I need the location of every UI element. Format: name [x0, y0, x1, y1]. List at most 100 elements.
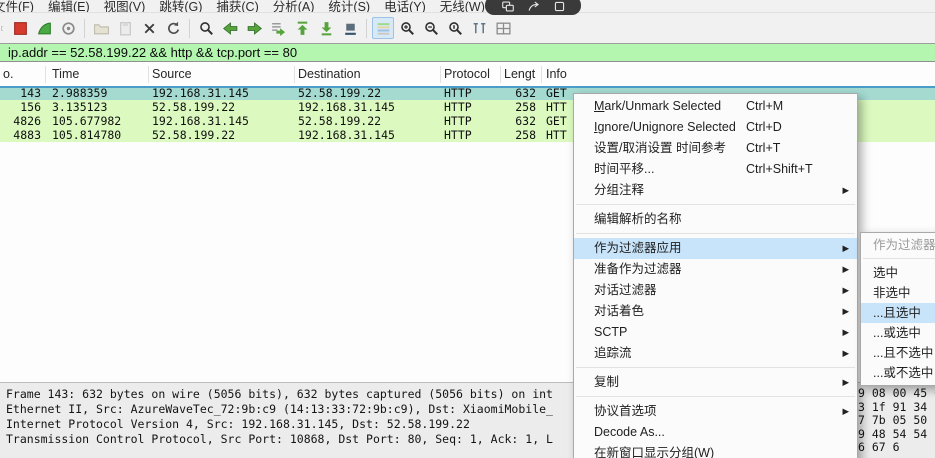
menu-separator — [863, 258, 935, 259]
context-menu-item-12[interactable]: 对话着色▶ — [574, 301, 857, 322]
reload-file-button[interactable] — [162, 17, 184, 39]
go-to-bottom-button[interactable] — [315, 17, 337, 39]
toolbar-separator — [84, 19, 85, 38]
column-divider[interactable] — [148, 66, 149, 83]
display-filter-input[interactable]: ip.addr == 52.58.199.22 && http && tcp.p… — [8, 45, 297, 60]
context-menu-item-7[interactable]: 编辑解析的名称 — [574, 209, 857, 230]
context-menu-item-13[interactable]: SCTP▶ — [574, 322, 857, 343]
submenu-arrow-icon: ▶ — [842, 322, 849, 343]
context-menu-item-16[interactable]: 复制▶ — [574, 372, 857, 393]
zoom-out-button[interactable] — [420, 17, 442, 39]
cell-info: HTT — [546, 128, 567, 142]
menubar-item-7[interactable]: 统计(S) — [321, 0, 377, 13]
restart-capture-button[interactable] — [33, 17, 55, 39]
open-file-button[interactable] — [90, 17, 112, 39]
table-layout-button[interactable] — [492, 17, 514, 39]
menu-shortcut: Ctrl+M — [746, 96, 783, 117]
column-divider[interactable] — [541, 66, 542, 83]
share-arrow-icon[interactable] — [527, 0, 541, 13]
stop-capture-button[interactable] — [9, 17, 31, 39]
apply-filter-submenu: 作为过滤器应用选中非选中...且选中...或选中...且不选中...或不选中 — [860, 232, 935, 386]
column-divider[interactable] — [294, 66, 295, 83]
menubar-item-5[interactable]: 捕获(C) — [209, 0, 265, 13]
context-menu-item-4[interactable]: 时间平移...Ctrl+Shift+T — [574, 159, 857, 180]
cell-source: 52.58.199.22 — [152, 100, 235, 114]
find-packet-button[interactable] — [195, 17, 217, 39]
column-header-destination[interactable]: Destination — [298, 67, 361, 81]
auto-scroll-button[interactable] — [339, 17, 361, 39]
cell-destination: 192.168.31.145 — [298, 128, 395, 142]
submenu-item-8[interactable]: ...或不选中 — [861, 363, 935, 383]
submenu-arrow-icon: ▶ — [842, 401, 849, 422]
column-header-protocol[interactable]: Protocol — [444, 67, 490, 81]
zoom-original-button[interactable] — [444, 17, 466, 39]
cell-no: 4883 — [0, 128, 41, 142]
menubar-item-2[interactable]: 编辑(E) — [41, 0, 97, 13]
cell-time: 3.135123 — [52, 100, 107, 114]
menubar-item-8[interactable]: 电话(Y) — [377, 0, 433, 13]
zoom-in-button[interactable] — [396, 17, 418, 39]
clipped-icon[interactable] — [1, 17, 7, 39]
menubar-item-4[interactable]: 跳转(G) — [152, 0, 209, 13]
submenu-item-6[interactable]: ...或选中 — [861, 323, 935, 343]
submenu-item-5[interactable]: ...且选中 — [861, 303, 935, 323]
context-menu-item-9[interactable]: 作为过滤器应用▶ — [574, 238, 857, 259]
submenu-arrow-icon: ▶ — [842, 259, 849, 280]
go-to-packet-button[interactable] — [267, 17, 289, 39]
submenu-arrow-icon: ▶ — [842, 280, 849, 301]
column-header-o[interactable]: o. — [3, 67, 13, 81]
submenu-item-3[interactable]: 选中 — [861, 263, 935, 283]
menubar-item-6[interactable]: 分析(A) — [266, 0, 322, 13]
screens-icon[interactable] — [501, 0, 515, 13]
cell-info: GET — [546, 86, 567, 100]
recorder-overlay[interactable] — [485, 0, 581, 15]
toolbar-separator — [189, 19, 190, 38]
stop-square-icon[interactable] — [553, 0, 566, 13]
context-menu-item-14[interactable]: 追踪流▶ — [574, 343, 857, 364]
capture-options-button[interactable] — [57, 17, 79, 39]
context-menu-item-20[interactable]: 在新窗口显示分组(W) — [574, 443, 857, 458]
menu-separator — [576, 204, 855, 205]
column-divider[interactable] — [440, 66, 441, 83]
resize-columns-button[interactable] — [468, 17, 490, 39]
context-menu-item-5[interactable]: 分组注释▶ — [574, 180, 857, 201]
column-divider[interactable] — [45, 66, 46, 83]
menu-shortcut: Ctrl+D — [746, 117, 782, 138]
column-header-info[interactable]: Info — [546, 67, 567, 81]
menubar-item-1[interactable]: 文件(F) — [0, 0, 41, 13]
context-menu-item-18[interactable]: 协议首选项▶ — [574, 401, 857, 422]
go-back-button[interactable] — [219, 17, 241, 39]
colorize-packets-button[interactable] — [372, 17, 394, 39]
submenu-item-1: 作为过滤器应用 — [861, 235, 935, 255]
filter-toolbar: ip.addr == 52.58.199.22 && http && tcp.p… — [0, 43, 935, 62]
menu-separator — [576, 367, 855, 368]
submenu-arrow-icon: ▶ — [842, 343, 849, 364]
context-menu-item-11[interactable]: 对话过滤器▶ — [574, 280, 857, 301]
column-header-time[interactable]: Time — [52, 67, 79, 81]
context-menu-item-19[interactable]: Decode As... — [574, 422, 857, 443]
go-to-top-button[interactable] — [291, 17, 313, 39]
context-menu-item-1[interactable]: Mark/Unmark SelectedCtrl+M — [574, 96, 857, 117]
context-menu-item-3[interactable]: 设置/取消设置 时间参考Ctrl+T — [574, 138, 857, 159]
cell-time: 2.988359 — [52, 86, 107, 100]
hex-line-3[interactable]: 7 7b 05 50 — [858, 414, 935, 428]
save-file-button[interactable] — [114, 17, 136, 39]
hex-line-4[interactable]: 9 48 54 54 — [858, 428, 935, 442]
column-header-source[interactable]: Source — [152, 67, 192, 81]
submenu-item-7[interactable]: ...且不选中 — [861, 343, 935, 363]
hex-line-1[interactable]: 9 08 00 45 0 — [858, 387, 935, 401]
hex-line-5[interactable]: 6 67 6 — [858, 441, 935, 455]
menubar-item-9[interactable]: 无线(W) — [433, 0, 492, 13]
close-file-button[interactable] — [138, 17, 160, 39]
hex-line-2[interactable]: 3 1f 91 34 — [858, 401, 935, 415]
column-divider[interactable] — [500, 66, 501, 83]
go-forward-button[interactable] — [243, 17, 265, 39]
cell-time: 105.677982 — [52, 114, 121, 128]
submenu-item-4[interactable]: 非选中 — [861, 283, 935, 303]
column-header-lengt[interactable]: Lengt — [504, 67, 535, 81]
context-menu-item-10[interactable]: 准备作为过滤器▶ — [574, 259, 857, 280]
context-menu-item-2[interactable]: Ignore/Unignore SelectedCtrl+D — [574, 117, 857, 138]
menubar-item-3[interactable]: 视图(V) — [97, 0, 153, 13]
cell-time: 105.814780 — [52, 128, 121, 142]
hex-bytes-pane[interactable]: 9 08 00 45 03 1f 91 347 7b 05 509 48 54 … — [858, 383, 935, 458]
